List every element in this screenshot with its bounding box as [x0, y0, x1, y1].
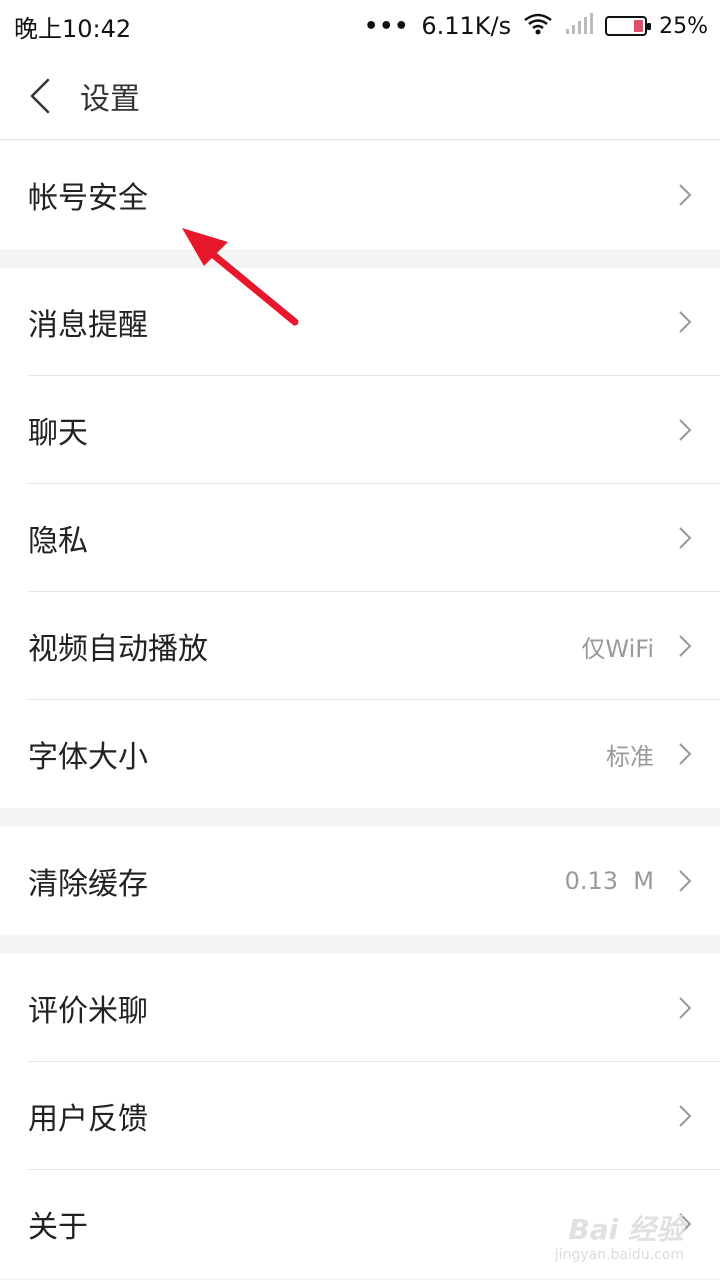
page-header: 设置 [0, 52, 720, 140]
settings-item-label: 隐私 [28, 524, 88, 559]
signal-icon [565, 13, 594, 39]
settings-item-value: 标准 [606, 742, 654, 771]
status-time: 晚上10:42 [14, 14, 132, 43]
net-speed: 6.11K/s [421, 12, 512, 40]
settings-item-chat[interactable]: 聊天 [0, 376, 720, 484]
chevron-right-icon [678, 742, 692, 766]
page-title: 设置 [80, 81, 140, 117]
watermark-url: jingyan.baidu.com [554, 1247, 684, 1263]
back-button[interactable] [0, 52, 80, 140]
watermark-logo: Bai 经验 jingyan.baidu.com [554, 1213, 684, 1263]
chevron-right-icon [678, 183, 692, 207]
status-bar: 晚上10:42 ••• 6.11K/s 25% [0, 0, 720, 52]
settings-item-privacy[interactable]: 隐私 [0, 484, 720, 592]
settings-item-label: 视频自动播放 [28, 632, 208, 667]
chevron-right-icon [678, 996, 692, 1020]
settings-item-value: 仅WiFi [581, 634, 654, 663]
chevron-right-icon [678, 869, 692, 893]
watermark-brand: Bai 经验 [568, 1213, 684, 1246]
chevron-right-icon [678, 1104, 692, 1128]
settings-item-label: 字体大小 [28, 740, 148, 775]
battery-percent: 25% [659, 13, 708, 39]
settings-item-label: 用户反馈 [28, 1102, 148, 1137]
chevron-right-icon [678, 418, 692, 442]
settings-item-label: 评价米聊 [28, 994, 148, 1029]
settings-item-rate-app[interactable]: 评价米聊 [0, 954, 720, 1062]
settings-item-account-security[interactable]: 帐号安全 [0, 141, 720, 249]
more-dots-icon: ••• [364, 13, 410, 39]
settings-group-general: 消息提醒 聊天 隐私 视频自动播放 仅WiFi 字体大小 标准 [0, 268, 720, 808]
settings-group-account: 帐号安全 [0, 141, 720, 249]
settings-item-font-size[interactable]: 字体大小 标准 [0, 700, 720, 808]
settings-item-feedback[interactable]: 用户反馈 [0, 1062, 720, 1170]
settings-item-video-autoplay[interactable]: 视频自动播放 仅WiFi [0, 592, 720, 700]
chevron-right-icon [678, 634, 692, 658]
settings-item-clear-cache[interactable]: 清除缓存 0.13 M [0, 827, 720, 935]
back-arrow-icon [30, 78, 50, 113]
wifi-icon [523, 12, 553, 40]
settings-item-label: 清除缓存 [28, 867, 148, 902]
battery-icon [605, 16, 652, 36]
settings-item-label: 消息提醒 [28, 308, 148, 343]
chevron-right-icon [678, 310, 692, 334]
settings-item-label: 聊天 [28, 416, 88, 451]
settings-item-label: 帐号安全 [28, 181, 148, 216]
status-right: ••• 6.11K/s 25% [364, 12, 708, 40]
chevron-right-icon [678, 526, 692, 550]
battery-fill [634, 20, 644, 32]
settings-item-notifications[interactable]: 消息提醒 [0, 268, 720, 376]
settings-item-value: 0.13 M [564, 867, 654, 895]
settings-group-cache: 清除缓存 0.13 M [0, 827, 720, 935]
